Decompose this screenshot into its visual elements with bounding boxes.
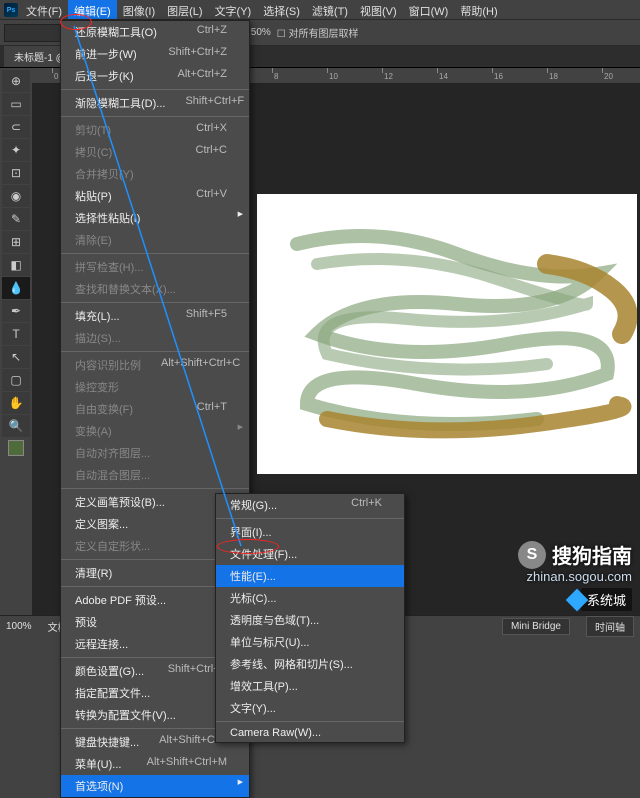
prefs-menu-item-2[interactable]: 文件处理(F)... <box>216 543 404 565</box>
sample-all-layers[interactable]: ☐ 对所有图层取样 <box>277 25 359 40</box>
prefs-menu-item-0[interactable]: 常规(G)...Ctrl+K <box>216 494 404 516</box>
edit-menu-item-6: 合并拷贝(Y) <box>61 163 249 185</box>
edit-menu-item-5: 拷贝(C)Ctrl+C <box>61 141 249 163</box>
menubar: 文件(F) 编辑(E) 图像(I) 图层(L) 文字(Y) 选择(S) 滤镜(T… <box>0 0 640 20</box>
stamp-tool[interactable]: ⊞ <box>2 231 30 253</box>
edit-menu-item-2[interactable]: 后退一步(K)Alt+Ctrl+Z <box>61 65 249 87</box>
prefs-menu-item-10[interactable]: Camera Raw(W)... <box>216 724 404 742</box>
edit-menu-item-15: 操控变形 <box>61 376 249 398</box>
preferences-submenu: 常规(G)...Ctrl+K 界面(I)...文件处理(F)...性能(E)...… <box>215 493 405 743</box>
pen-tool[interactable]: ✒ <box>2 300 30 322</box>
menu-edit[interactable]: 编辑(E) <box>68 0 117 19</box>
edit-menu-item-1[interactable]: 前进一步(W)Shift+Ctrl+Z <box>61 43 249 65</box>
edit-menu-item-13: 描边(S)... <box>61 327 249 349</box>
edit-menu-item-11: 查找和替换文本(X)... <box>61 278 249 300</box>
eyedropper-tool[interactable]: ◉ <box>2 185 30 207</box>
edit-menu-item-12[interactable]: 填充(L)...Shift+F5 <box>61 305 249 327</box>
wand-tool[interactable]: ✦ <box>2 139 30 161</box>
tool-palette: ⊕ ▭ ⊂ ✦ ⊡ ◉ ✎ ⊞ ◧ 💧 ✒ T ↖ ▢ ✋ 🔍 <box>0 68 32 615</box>
app-icon: Ps <box>4 3 18 17</box>
edit-menu-item-14: 内容识别比例Alt+Shift+Ctrl+C <box>61 354 249 376</box>
foreground-color[interactable] <box>8 440 24 456</box>
menu-help[interactable]: 帮助(H) <box>454 0 503 19</box>
edit-menu-item-19: 自动混合图层... <box>61 464 249 486</box>
menu-file[interactable]: 文件(F) <box>20 0 68 19</box>
brush-tool[interactable]: ✎ <box>2 208 30 230</box>
menu-filter[interactable]: 滤镜(T) <box>306 0 354 19</box>
zoom-tool[interactable]: 🔍 <box>2 415 30 437</box>
edit-menu-item-0[interactable]: 还原模糊工具(O)Ctrl+Z <box>61 21 249 43</box>
path-tool[interactable]: ↖ <box>2 346 30 368</box>
edit-menu-item-8[interactable]: 选择性粘贴(I) <box>61 207 249 229</box>
canvas[interactable] <box>257 194 637 474</box>
edit-menu-item-10: 拼写检查(H)... <box>61 256 249 278</box>
prefs-menu-item-1[interactable]: 界面(I)... <box>216 521 404 543</box>
marquee-tool[interactable]: ▭ <box>2 93 30 115</box>
timeline-tab[interactable]: 时间轴 <box>586 616 634 637</box>
menu-select[interactable]: 选择(S) <box>257 0 306 19</box>
prefs-menu-item-8[interactable]: 增效工具(P)... <box>216 675 404 697</box>
edit-menu-item-17: 变换(A) <box>61 420 249 442</box>
prefs-menu-item-6[interactable]: 单位与标尺(U)... <box>216 631 404 653</box>
blur-tool[interactable]: 💧 <box>2 277 30 299</box>
menu-image[interactable]: 图像(I) <box>117 0 161 19</box>
edit-menu-item-7[interactable]: 粘贴(P)Ctrl+V <box>61 185 249 207</box>
prefs-menu-item-7[interactable]: 参考线、网格和切片(S)... <box>216 653 404 675</box>
edit-menu-item-16: 自由变换(F)Ctrl+T <box>61 398 249 420</box>
menu-window[interactable]: 窗口(W) <box>403 0 455 19</box>
prefs-menu-item-3[interactable]: 性能(E)... <box>216 565 404 587</box>
edit-menu-item-31[interactable]: 菜单(U)...Alt+Shift+Ctrl+M <box>61 753 249 775</box>
edit-menu-item-18: 自动对齐图层... <box>61 442 249 464</box>
edit-menu-item-32[interactable]: 首选项(N) <box>61 775 249 797</box>
edit-menu-item-3[interactable]: 渐隐模糊工具(D)...Shift+Ctrl+F <box>61 92 249 114</box>
shape-tool[interactable]: ▢ <box>2 369 30 391</box>
opacity-value[interactable]: 50% <box>251 27 271 38</box>
canvas-strokes <box>257 194 637 474</box>
hand-tool[interactable]: ✋ <box>2 392 30 414</box>
zoom-level[interactable]: 100% <box>6 621 32 632</box>
prefs-menu-item-9[interactable]: 文字(Y)... <box>216 697 404 719</box>
menu-view[interactable]: 视图(V) <box>354 0 403 19</box>
menu-layer[interactable]: 图层(L) <box>161 0 208 19</box>
text-tool[interactable]: T <box>2 323 30 345</box>
move-tool[interactable]: ⊕ <box>2 70 30 92</box>
eraser-tool[interactable]: ◧ <box>2 254 30 276</box>
edit-menu-item-9: 清除(E) <box>61 229 249 251</box>
mini-bridge-tab[interactable]: Mini Bridge <box>502 618 570 635</box>
brush-preset[interactable] <box>4 24 64 42</box>
crop-tool[interactable]: ⊡ <box>2 162 30 184</box>
edit-menu-item-4: 剪切(T)Ctrl+X <box>61 119 249 141</box>
menu-type[interactable]: 文字(Y) <box>209 0 258 19</box>
prefs-menu-item-4[interactable]: 光标(C)... <box>216 587 404 609</box>
prefs-menu-item-5[interactable]: 透明度与色域(T)... <box>216 609 404 631</box>
lasso-tool[interactable]: ⊂ <box>2 116 30 138</box>
